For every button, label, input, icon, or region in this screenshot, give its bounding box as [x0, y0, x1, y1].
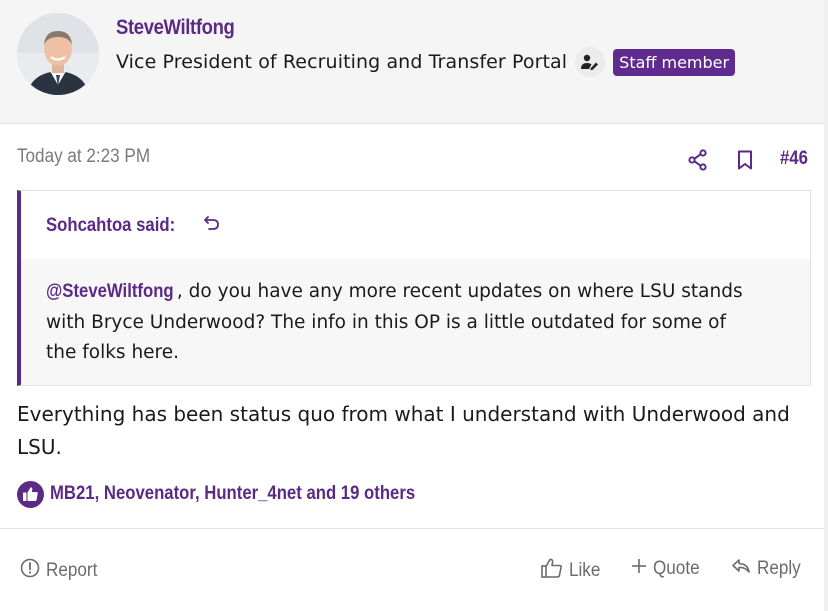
user-edit-icon — [575, 47, 606, 77]
share-icon[interactable] — [688, 149, 708, 171]
plus-icon — [631, 558, 647, 580]
post-actions-footer: Report Like Quote Reply — [0, 540, 828, 600]
thumbs-up-outline-icon — [541, 558, 563, 584]
staff-member-badge: Staff member — [613, 48, 736, 76]
reply-label: Reply — [757, 558, 801, 579]
thumbs-up-icon — [17, 480, 44, 508]
quote-button[interactable]: Quote — [631, 558, 705, 580]
scroll-edge — [824, 0, 828, 611]
go-to-quote-icon[interactable] — [203, 214, 221, 238]
quote-author-link[interactable]: Sohcahtoa said: — [46, 214, 221, 238]
report-button[interactable]: Report — [20, 558, 103, 584]
reactions-bar[interactable]: MB21, Neovenator, Hunter_4net and 19 oth… — [17, 479, 465, 509]
bookmark-icon[interactable] — [737, 150, 753, 170]
quote-author-name: Sohcahtoa said: — [46, 215, 176, 236]
like-button[interactable]: Like — [541, 558, 604, 584]
reply-icon — [731, 558, 751, 580]
username-link[interactable]: SteveWiltfong — [116, 16, 235, 40]
reactions-list-link[interactable]: MB21, Neovenator, Hunter_4net and 19 oth… — [50, 483, 415, 505]
post-body-text: Everything has been status quo from what… — [17, 402, 790, 459]
post-number-link[interactable]: #46 — [780, 148, 808, 170]
user-mention-link[interactable]: @SteveWiltfong — [46, 277, 174, 308]
reply-button[interactable]: Reply — [731, 558, 806, 580]
post-meta-row: Today at 2:23 PM #46 — [17, 146, 812, 174]
report-label: Report — [46, 560, 98, 581]
user-avatar[interactable] — [17, 13, 99, 95]
user-title-row: Vice President of Recruiting and Transfe… — [116, 46, 736, 78]
report-icon — [20, 558, 40, 584]
quote-header: Sohcahtoa said: — [21, 191, 810, 259]
quote-content: @SteveWiltfong , do you have any more re… — [21, 259, 810, 385]
post-date-link[interactable]: Today at 2:23 PM — [17, 146, 150, 168]
quote-label: Quote — [653, 558, 700, 579]
avatar-image — [17, 13, 99, 95]
message-user-header: SteveWiltfong Vice President of Recruiti… — [0, 0, 828, 124]
bb-quote: Sohcahtoa said: @SteveWiltfong , do you … — [17, 190, 811, 386]
like-label: Like — [569, 560, 601, 581]
footer-divider — [0, 528, 828, 529]
user-title: Vice President of Recruiting and Transfe… — [116, 51, 568, 73]
